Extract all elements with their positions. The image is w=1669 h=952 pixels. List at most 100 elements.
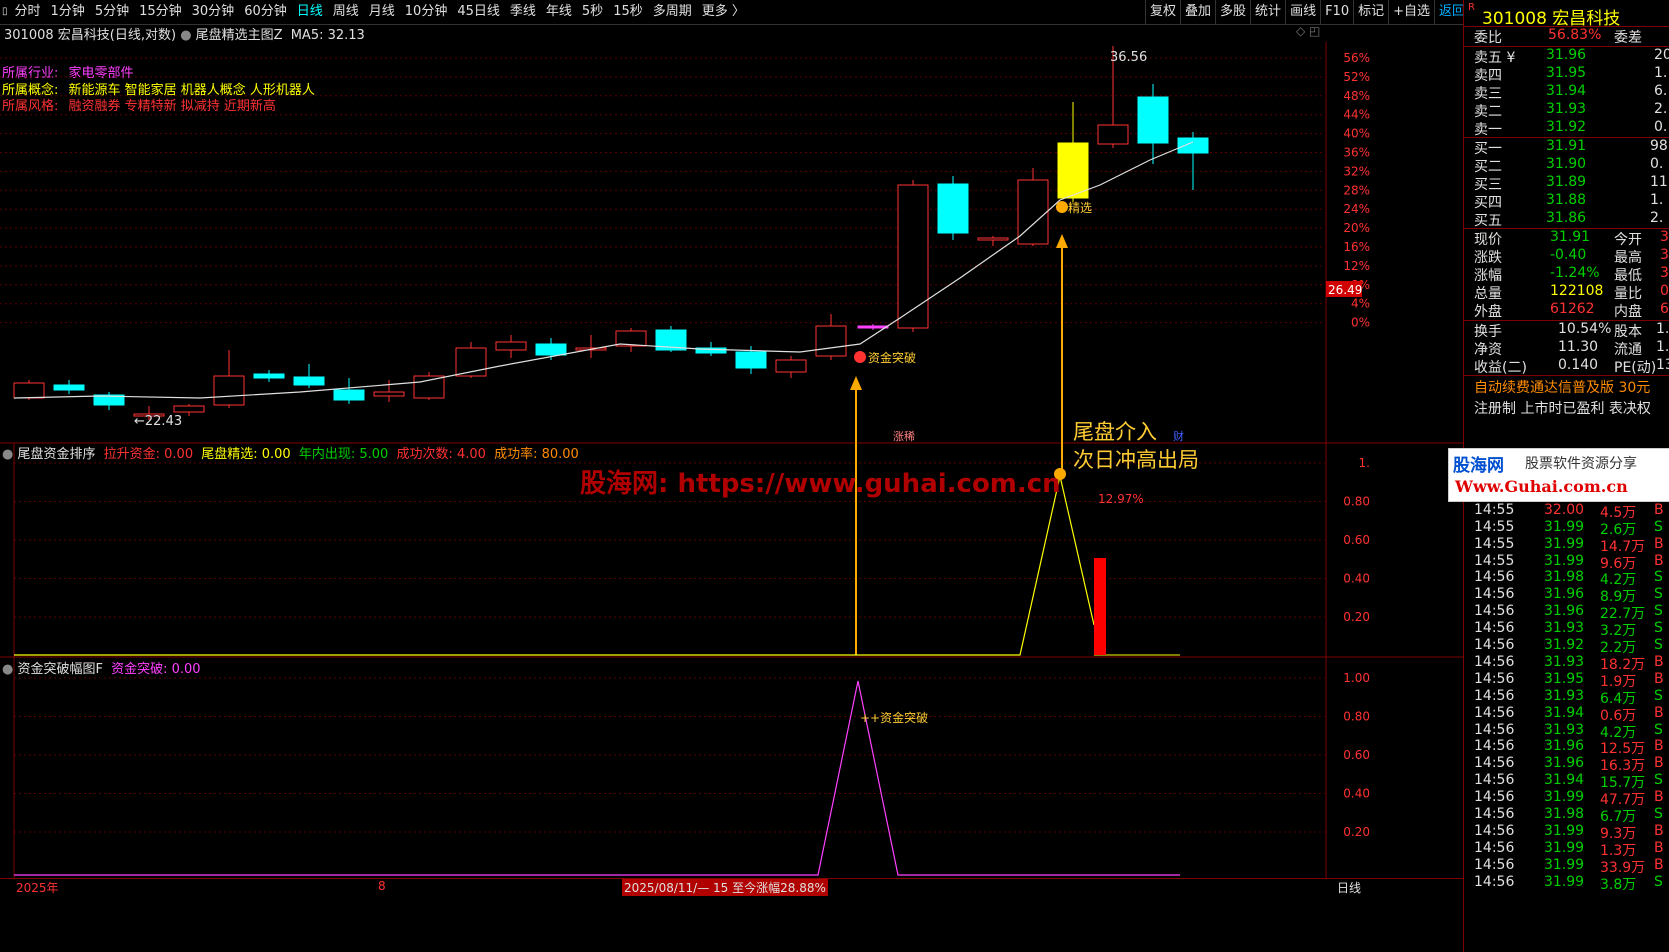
y-tick-label: 12% [1343,259,1370,273]
tick-price: 31.99 [1544,873,1585,890]
y-tick-label: 36% [1343,146,1370,160]
bid-price[interactable]: 31.89 [1546,174,1586,190]
stat-label: 内盘 [1614,304,1642,320]
stat-value: 31.91 [1550,229,1591,245]
candle-body [173,405,205,413]
period-tab[interactable]: 15分钟 [134,0,187,24]
period-label[interactable]: 日线 [1337,879,1361,896]
tick-time: 14:56 [1474,586,1515,603]
ask-price[interactable]: 31.95 [1546,65,1586,81]
y-tick-label: 1. [1359,456,1370,470]
period-tab[interactable]: 5秒 [577,0,608,24]
period-tab[interactable]: 月线 [364,0,400,24]
tick-side: B [1654,535,1664,552]
feature-tags: 注册制 上市时已盈利 表决权 [1474,401,1651,417]
bid-price[interactable]: 31.91 [1546,138,1586,154]
tool-button[interactable]: 画线 [1285,0,1320,24]
period-tab[interactable]: 15秒 [608,0,648,24]
window-icon[interactable]: ▯ [0,0,10,24]
period-tab[interactable]: 分时 [10,0,46,24]
stat-value: 0.140 [1558,357,1599,373]
ask-price[interactable]: 31.96 [1546,47,1586,63]
candle-body [535,343,567,356]
y-tick-label: 0.20 [1343,610,1370,624]
tick-price: 31.99 [1544,839,1585,856]
stat-value: 1.3 [1656,321,1669,337]
bid-label: 买三 [1474,177,1502,193]
tick-time: 14:56 [1474,789,1515,806]
tool-button[interactable]: F10 [1320,0,1353,24]
tool-button[interactable]: 标记 [1353,0,1388,24]
tool-button[interactable]: 统计 [1250,0,1285,24]
panel3-title[interactable]: 资金突破幅图F [17,662,102,677]
bid-price[interactable]: 31.86 [1546,210,1586,226]
candle-body [977,237,1009,241]
panel3-field1: 资金突破: 0.00 [111,662,201,677]
candle-body [413,375,445,399]
collapse-icon[interactable]: ● [2,662,13,677]
y-tick-label: 32% [1343,164,1370,178]
stat-label: 总量 [1474,286,1502,302]
bid-price[interactable]: 31.90 [1546,156,1586,172]
y-tick-label: 16% [1343,240,1370,254]
panel2-title[interactable]: 尾盘资金排序 [17,447,95,462]
panel2-bar [1094,558,1106,655]
promo-text[interactable]: 自动续费通达信普及版 30元 [1474,377,1650,397]
bid-price[interactable]: 31.88 [1546,192,1586,208]
period-tab[interactable]: 60分钟 [239,0,292,24]
period-tab[interactable]: 10分钟 [400,0,453,24]
bid-label: 买一 [1474,141,1502,157]
period-tab[interactable]: 30分钟 [187,0,240,24]
tool-button[interactable]: +自选 [1388,0,1434,24]
y-tick-label: 0.80 [1343,710,1370,724]
panel3-signal-text: ++资金突破 [860,710,928,725]
stat-label: 现价 [1474,232,1502,248]
period-tab[interactable]: 季线 [505,0,541,24]
site-logo: 股海网 股票软件资源分享 Www.Guhai.com.cn [1448,448,1669,502]
period-tab[interactable]: 多周期 [648,0,697,24]
dot-icon: ● [180,28,192,43]
tick-price: 31.98 [1544,806,1585,822]
candle-body [253,373,285,379]
ask-price[interactable]: 31.94 [1546,83,1586,99]
period-tab[interactable]: 周线 [328,0,364,24]
stat-label: 净资 [1474,342,1502,358]
candle-body [1177,137,1209,154]
ma-label: MA5: 32.13 [290,28,365,43]
ask-price[interactable]: 31.93 [1546,101,1586,117]
tick-time: 14:56 [1474,721,1515,738]
candle-body [857,325,889,329]
period-tab[interactable]: 1分钟 [46,0,90,24]
ask-volume: 20. [1654,47,1669,63]
tick-price: 31.96 [1544,738,1585,755]
price-tag: 26.49 [1328,283,1362,297]
ask-label: 卖五 ¥ [1474,50,1516,66]
period-tab[interactable]: 更多 〉 [697,0,750,24]
signal-breakout: 资金突破 [868,350,916,365]
indicator-name[interactable]: 尾盘精选主图Z [196,28,283,43]
y-tick-label: 0.80 [1343,495,1370,509]
panel2-field5: 成功率: 80.00 [494,447,579,462]
panel-controls[interactable]: ◇ ◰ [1296,24,1320,38]
period-tab[interactable]: 年线 [541,0,577,24]
ask-price[interactable]: 31.92 [1546,119,1586,135]
stat-label: 流通 [1614,342,1642,358]
tick-side: B [1654,670,1664,687]
tick-time: 14:56 [1474,637,1515,653]
y-tick-label: 0.60 [1343,748,1370,762]
tool-button[interactable]: 多股 [1215,0,1250,24]
candle-body [213,375,245,406]
tool-button[interactable]: 叠加 [1180,0,1215,24]
collapse-icon[interactable]: ● [2,447,13,462]
period-tab[interactable]: 45日线 [452,0,505,24]
stat-value: 11.30 [1558,339,1599,355]
candle-body [775,359,807,373]
tick-price: 31.96 [1544,755,1585,772]
ma5-line [13,141,1194,399]
y-tick-label: 24% [1343,202,1370,216]
period-tab[interactable]: 5分钟 [90,0,134,24]
y-tick-label: 56% [1343,51,1370,65]
tool-button[interactable]: 复权 [1145,0,1180,24]
period-tab[interactable]: 日线 [292,0,328,24]
candle-body [373,391,405,397]
